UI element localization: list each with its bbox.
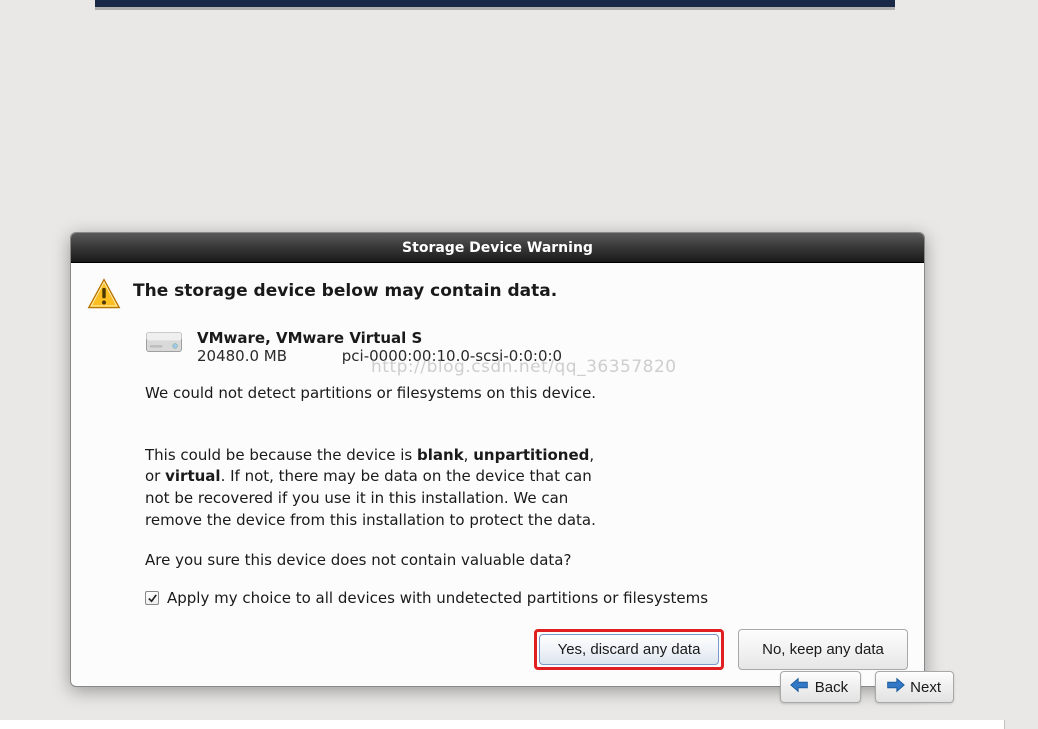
warning-icon (87, 277, 121, 315)
warning-header-row: The storage device below may contain dat… (87, 277, 908, 315)
device-row: VMware, VMware Virtual S 20480.0 MB pci-… (145, 329, 908, 365)
msg-p2-pre: This could be because the device is (145, 446, 417, 464)
message-line-1: We could not detect partitions or filesy… (145, 383, 908, 405)
message-paragraph-2: This could be because the device is blan… (145, 423, 908, 532)
device-meta: 20480.0 MB pci-0000:00:10.0-scsi-0:0:0:0 (197, 347, 562, 365)
device-name: VMware, VMware Virtual S (197, 329, 562, 347)
message-block: We could not detect partitions or filesy… (145, 383, 908, 571)
yes-discard-button[interactable]: Yes, discard any data (539, 634, 719, 665)
warning-heading: The storage device below may contain dat… (133, 277, 557, 301)
dialog-titlebar: Storage Device Warning (71, 233, 924, 263)
dialog-title: Storage Device Warning (402, 240, 593, 256)
apply-all-checkbox-row[interactable]: Apply my choice to all devices with unde… (145, 589, 908, 607)
next-label: Next (910, 679, 941, 696)
no-keep-button[interactable]: No, keep any data (738, 629, 908, 670)
storage-warning-dialog: Storage Device Warning The storage devic… (70, 232, 925, 687)
harddrive-icon (145, 329, 183, 359)
wizard-footer-buttons: Back Next (780, 671, 954, 703)
dialog-body: The storage device below may contain dat… (71, 263, 924, 686)
dialog-button-row: Yes, discard any data No, keep any data (87, 629, 908, 670)
arrow-right-icon (884, 677, 906, 697)
device-path: pci-0000:00:10.0-scsi-0:0:0:0 (342, 347, 562, 365)
installer-window: Storage Device Warning The storage devic… (0, 0, 1005, 729)
back-button[interactable]: Back (780, 671, 861, 703)
message-line-3: Are you sure this device does not contai… (145, 550, 908, 572)
device-size: 20480.0 MB (197, 347, 297, 365)
apply-all-label: Apply my choice to all devices with unde… (167, 589, 708, 607)
msg-p2-unpartitioned: unpartitioned (473, 446, 589, 464)
apply-all-checkbox[interactable] (145, 591, 159, 605)
back-label: Back (815, 679, 848, 696)
msg-p2-blank: blank (417, 446, 464, 464)
msg-p2-virtual: virtual (165, 467, 220, 485)
device-info: VMware, VMware Virtual S 20480.0 MB pci-… (197, 329, 562, 365)
arrow-left-icon (789, 677, 811, 697)
header-banner (95, 0, 895, 10)
discard-highlight-box: Yes, discard any data (534, 629, 724, 670)
next-button[interactable]: Next (875, 671, 954, 703)
msg-p2-mid1: , (464, 446, 474, 464)
